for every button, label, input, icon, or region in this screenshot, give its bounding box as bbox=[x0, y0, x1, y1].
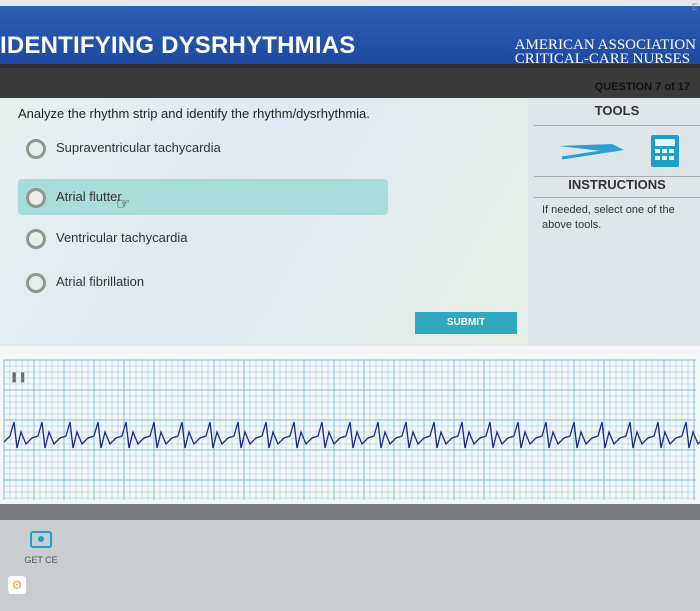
option-label: Atrial flutter bbox=[56, 189, 122, 204]
option-label: Supraventricular tachycardia bbox=[56, 140, 221, 155]
question-prompt: Analyze the rhythm strip and identify th… bbox=[18, 106, 370, 121]
hand-cursor-icon: ☞ bbox=[116, 196, 131, 213]
radio-button[interactable] bbox=[26, 139, 46, 159]
option-atrial-flutter[interactable]: Atrial flutter bbox=[18, 179, 388, 215]
org-line-2: CRITICAL-CARE NURSES bbox=[514, 51, 691, 67]
option-label: Ventricular tachycardia bbox=[56, 230, 188, 245]
gear-icon[interactable]: ⚙ bbox=[8, 576, 26, 594]
option-ventricular-tachycardia[interactable]: Ventricular tachycardia bbox=[18, 220, 388, 256]
footer bbox=[0, 520, 700, 611]
radio-button[interactable] bbox=[26, 229, 46, 249]
ecg-rhythm-strip bbox=[3, 359, 700, 500]
get-ce-button[interactable]: GET CE bbox=[18, 530, 64, 565]
calipers-icon[interactable] bbox=[556, 140, 626, 162]
option-supraventricular-tachycardia[interactable]: Supraventricular tachycardia bbox=[18, 130, 388, 166]
calculator-icon[interactable] bbox=[650, 134, 680, 168]
tools-heading: TOOLS bbox=[534, 103, 700, 126]
instructions-text: If needed, select one of the above tools… bbox=[542, 204, 675, 231]
get-ce-label: GET CE bbox=[24, 555, 58, 565]
org-logo: AMERICAN ASSOCIATION CRITICAL-CARE NURSE… bbox=[514, 37, 696, 67]
question-counter: QUESTION 7 of 17 bbox=[594, 81, 690, 93]
radio-button[interactable] bbox=[26, 188, 46, 208]
option-atrial-fibrillation[interactable]: Atrial fibrillation bbox=[18, 264, 388, 300]
option-label: Atrial fibrillation bbox=[56, 274, 145, 289]
radio-button[interactable] bbox=[26, 273, 46, 293]
corner-label: E bbox=[691, 2, 698, 12]
org-line-1: AMERICAN ASSOCIATION bbox=[514, 37, 696, 53]
instructions-heading: INSTRUCTIONS bbox=[534, 176, 700, 198]
submit-button[interactable]: SUBMIT bbox=[415, 312, 517, 334]
certificate-icon bbox=[30, 531, 52, 548]
page-title: IDENTIFYING DYSRHYTHMIAS bbox=[0, 32, 356, 59]
strip-scrollbar[interactable] bbox=[0, 504, 700, 520]
